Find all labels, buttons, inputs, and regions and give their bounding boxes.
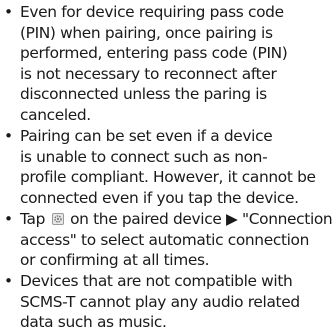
notes-list: • Even for device requiring pass code (P… xyxy=(2,2,336,334)
note-line: access" to select automatic connection xyxy=(20,230,310,249)
connection-text: on the paired device ▶ "Connection xyxy=(65,209,333,228)
gear-icon xyxy=(51,212,64,225)
note-item-non-profile-device: • Pairing can be set even if a device is… xyxy=(2,126,336,208)
note-line: Even for device requiring pass code xyxy=(20,3,284,21)
note-line: Devices that are not compatible with xyxy=(20,272,293,291)
note-line: or confirming at all times. xyxy=(20,251,210,270)
note-item-scms-t: • Devices that are not compatible with S… xyxy=(2,271,336,333)
note-line: disconnected unless the paring is xyxy=(20,85,267,104)
bullet: • xyxy=(4,209,13,228)
note-line: (PIN) when pairing, once pairing is xyxy=(20,23,273,42)
bullet: • xyxy=(4,127,13,146)
note-line: is not necessary to reconnect after xyxy=(20,64,277,83)
note-line: is unable to connect such as non- xyxy=(20,147,268,166)
note-item-connection-access: • Tap on the paired device ▶ "Connection… xyxy=(2,209,336,271)
note-item-pairing-pin: • Even for device requiring pass code (P… xyxy=(2,2,336,126)
note-line: Tap on the paired device ▶ "Connection xyxy=(20,209,336,230)
tap-text: Tap xyxy=(20,209,50,228)
note-line: SCMS-T cannot play any audio related xyxy=(20,292,300,311)
note-line: connected even if you tap the device. xyxy=(20,188,299,207)
note-line: performed, entering pass code (PIN) xyxy=(20,44,288,63)
note-line: canceled. xyxy=(20,105,91,124)
note-line: data such as music. xyxy=(20,313,167,332)
bullet: • xyxy=(4,3,13,21)
note-line: Pairing can be set even if a device xyxy=(20,127,273,146)
note-line: profile compliant. However, it cannot be xyxy=(20,168,316,187)
bullet: • xyxy=(4,272,13,291)
